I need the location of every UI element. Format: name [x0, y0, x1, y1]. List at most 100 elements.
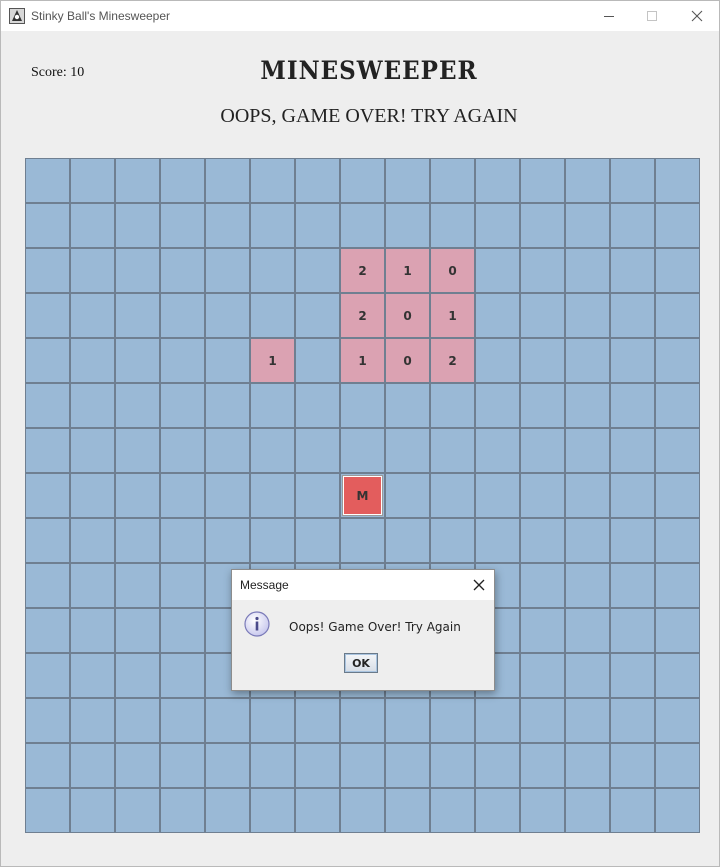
hidden-cell[interactable] [295, 743, 340, 788]
hidden-cell[interactable] [250, 788, 295, 833]
hidden-cell[interactable] [565, 158, 610, 203]
maximize-button[interactable] [629, 1, 675, 31]
dialog-titlebar[interactable]: Message [232, 570, 494, 600]
hidden-cell[interactable] [115, 203, 160, 248]
revealed-cell[interactable]: 0 [385, 293, 430, 338]
hidden-cell[interactable] [565, 608, 610, 653]
hidden-cell[interactable] [205, 293, 250, 338]
hidden-cell[interactable] [250, 743, 295, 788]
hidden-cell[interactable] [520, 203, 565, 248]
hidden-cell[interactable] [385, 473, 430, 518]
hidden-cell[interactable] [160, 428, 205, 473]
hidden-cell[interactable] [520, 293, 565, 338]
revealed-cell[interactable]: 1 [340, 338, 385, 383]
hidden-cell[interactable] [25, 653, 70, 698]
hidden-cell[interactable] [610, 563, 655, 608]
revealed-cell[interactable]: 1 [385, 248, 430, 293]
hidden-cell[interactable] [115, 473, 160, 518]
hidden-cell[interactable] [70, 158, 115, 203]
hidden-cell[interactable] [340, 743, 385, 788]
hidden-cell[interactable] [520, 608, 565, 653]
hidden-cell[interactable] [115, 698, 160, 743]
hidden-cell[interactable] [340, 383, 385, 428]
hidden-cell[interactable] [25, 383, 70, 428]
hidden-cell[interactable] [430, 698, 475, 743]
hidden-cell[interactable] [475, 743, 520, 788]
hidden-cell[interactable] [475, 473, 520, 518]
hidden-cell[interactable] [115, 743, 160, 788]
hidden-cell[interactable] [160, 293, 205, 338]
hidden-cell[interactable] [430, 428, 475, 473]
hidden-cell[interactable] [565, 743, 610, 788]
hidden-cell[interactable] [250, 203, 295, 248]
hidden-cell[interactable] [610, 653, 655, 698]
hidden-cell[interactable] [520, 518, 565, 563]
hidden-cell[interactable] [385, 203, 430, 248]
revealed-cell[interactable]: 2 [340, 293, 385, 338]
hidden-cell[interactable] [430, 383, 475, 428]
hidden-cell[interactable] [205, 788, 250, 833]
hidden-cell[interactable] [295, 248, 340, 293]
hidden-cell[interactable] [565, 293, 610, 338]
revealed-cell[interactable]: 1 [430, 293, 475, 338]
revealed-cell[interactable]: 2 [430, 338, 475, 383]
hidden-cell[interactable] [655, 383, 700, 428]
mine-cell[interactable]: M [340, 473, 385, 518]
hidden-cell[interactable] [160, 563, 205, 608]
hidden-cell[interactable] [520, 698, 565, 743]
hidden-cell[interactable] [385, 698, 430, 743]
hidden-cell[interactable] [250, 293, 295, 338]
hidden-cell[interactable] [295, 698, 340, 743]
hidden-cell[interactable] [70, 698, 115, 743]
hidden-cell[interactable] [520, 653, 565, 698]
hidden-cell[interactable] [430, 518, 475, 563]
hidden-cell[interactable] [385, 788, 430, 833]
hidden-cell[interactable] [655, 293, 700, 338]
hidden-cell[interactable] [70, 473, 115, 518]
hidden-cell[interactable] [25, 428, 70, 473]
hidden-cell[interactable] [340, 788, 385, 833]
hidden-cell[interactable] [430, 788, 475, 833]
hidden-cell[interactable] [655, 698, 700, 743]
hidden-cell[interactable] [70, 248, 115, 293]
hidden-cell[interactable] [160, 698, 205, 743]
hidden-cell[interactable] [160, 203, 205, 248]
hidden-cell[interactable] [160, 338, 205, 383]
hidden-cell[interactable] [205, 473, 250, 518]
hidden-cell[interactable] [205, 743, 250, 788]
hidden-cell[interactable] [565, 698, 610, 743]
hidden-cell[interactable] [25, 473, 70, 518]
dialog-close-button[interactable] [470, 576, 488, 594]
hidden-cell[interactable] [25, 158, 70, 203]
hidden-cell[interactable] [385, 743, 430, 788]
hidden-cell[interactable] [565, 518, 610, 563]
hidden-cell[interactable] [475, 518, 520, 563]
hidden-cell[interactable] [70, 293, 115, 338]
hidden-cell[interactable] [520, 248, 565, 293]
hidden-cell[interactable] [385, 428, 430, 473]
hidden-cell[interactable] [115, 248, 160, 293]
hidden-cell[interactable] [295, 158, 340, 203]
hidden-cell[interactable] [610, 293, 655, 338]
hidden-cell[interactable] [655, 743, 700, 788]
hidden-cell[interactable] [430, 743, 475, 788]
hidden-cell[interactable] [475, 383, 520, 428]
hidden-cell[interactable] [655, 653, 700, 698]
hidden-cell[interactable] [205, 338, 250, 383]
hidden-cell[interactable] [610, 428, 655, 473]
hidden-cell[interactable] [610, 788, 655, 833]
hidden-cell[interactable] [655, 608, 700, 653]
close-button[interactable] [674, 1, 720, 31]
hidden-cell[interactable] [610, 743, 655, 788]
hidden-cell[interactable] [610, 203, 655, 248]
hidden-cell[interactable] [565, 428, 610, 473]
hidden-cell[interactable] [70, 203, 115, 248]
hidden-cell[interactable] [25, 293, 70, 338]
revealed-cell[interactable]: 0 [430, 248, 475, 293]
hidden-cell[interactable] [250, 428, 295, 473]
hidden-cell[interactable] [250, 698, 295, 743]
hidden-cell[interactable] [565, 788, 610, 833]
hidden-cell[interactable] [115, 518, 160, 563]
hidden-cell[interactable] [70, 608, 115, 653]
hidden-cell[interactable] [475, 788, 520, 833]
